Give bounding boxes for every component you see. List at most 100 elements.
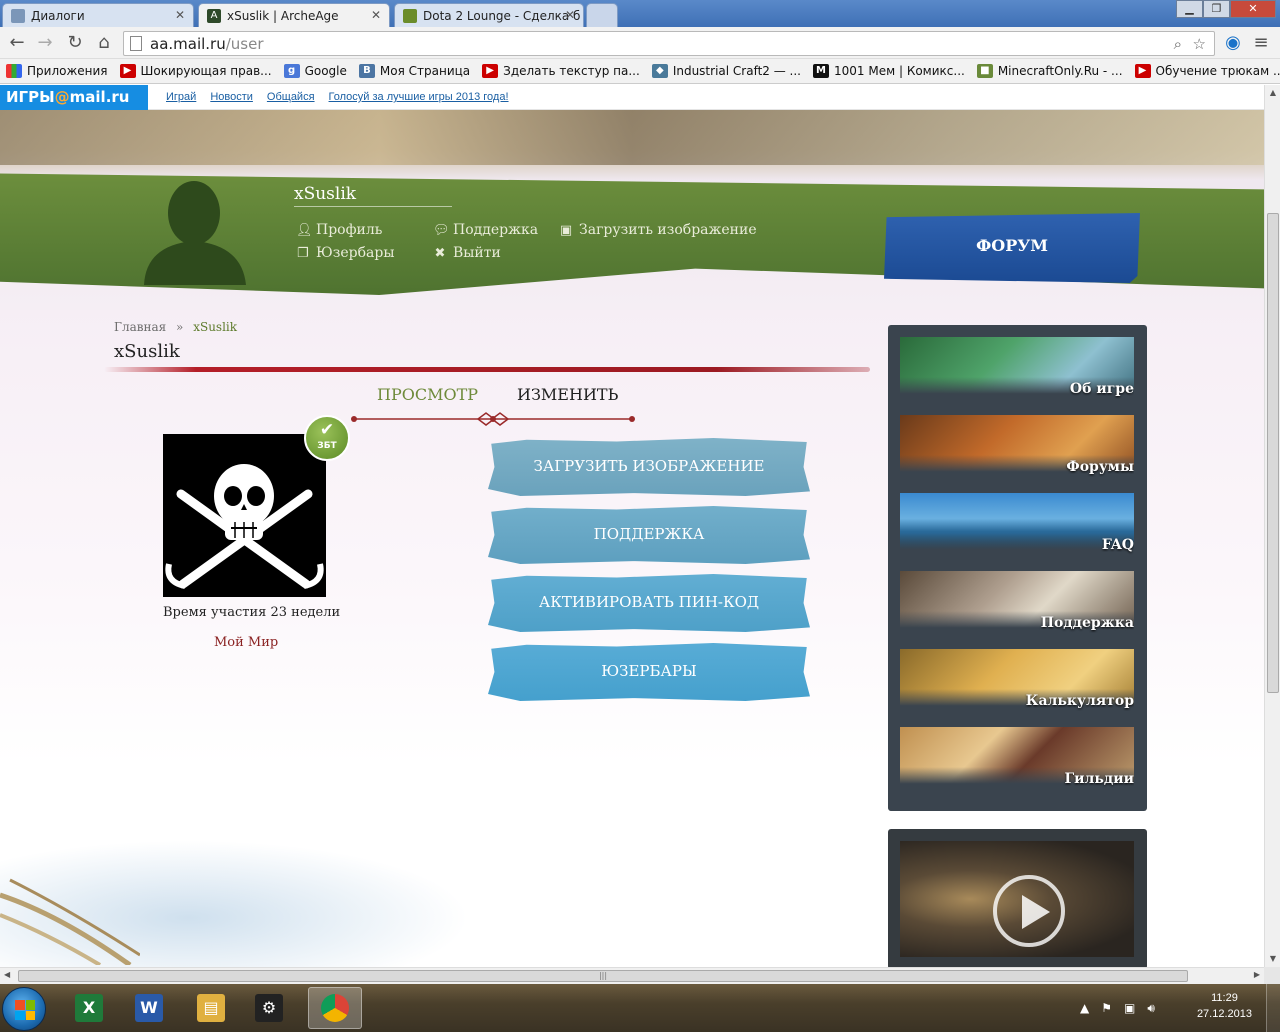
bookmark-item[interactable]: B Моя Страница xyxy=(358,64,470,78)
sidebar-item-forums[interactable]: Форумы xyxy=(900,415,1134,479)
breadcrumb-home[interactable]: Главная xyxy=(114,320,166,334)
forward-arrow-icon[interactable]: → xyxy=(34,32,56,54)
windows-taskbar: X W ▤ ⚙ ▲ ⚑ ▣ 🔊︎ 11:29 27.12.2013 xyxy=(0,984,1280,1032)
sidebar-item-label: FAQ xyxy=(1101,537,1134,553)
window-close-button[interactable]: ✕ xyxy=(1230,0,1276,18)
forum-button[interactable]: ФОРУМ xyxy=(884,213,1140,283)
mailru-games-logo[interactable]: ИГРЫ@mail.ru xyxy=(0,85,148,110)
tab-view[interactable]: ПРОСМОТР xyxy=(377,385,478,404)
banner-artwork xyxy=(0,110,1264,165)
bookmark-item[interactable]: M 1001 Мем | Комикс... xyxy=(813,64,965,78)
window-controls: ▁ ❐ ✕ xyxy=(1176,0,1276,18)
scroll-right-arrow-icon[interactable]: ▶ xyxy=(1254,970,1260,979)
network-icon[interactable]: ▣ xyxy=(1124,1001,1135,1015)
horizontal-scroll-thumb[interactable]: ||| xyxy=(18,970,1188,982)
link-news[interactable]: Новости xyxy=(210,91,253,103)
taskbar-excel[interactable]: X xyxy=(62,987,116,1029)
close-icon[interactable]: ✕ xyxy=(371,8,381,22)
person-icon: 👤︎ xyxy=(296,222,313,238)
star-icon[interactable]: ☆ xyxy=(1193,35,1206,53)
vk-dialogs-icon xyxy=(11,8,25,23)
bookmark-label: Приложения xyxy=(27,64,108,78)
bookmark-label: Зделать текстур па... xyxy=(503,64,640,78)
sidebar-item-about[interactable]: Об игре xyxy=(900,337,1134,401)
logo-at: @ xyxy=(54,88,70,106)
bookmarks-bar: Приложения ▶ Шокирующая прав... g Google B… xyxy=(0,59,1280,84)
support-link[interactable]: 💬︎ Поддержка xyxy=(433,222,538,238)
jolly-roger-image xyxy=(163,434,326,597)
archeage-icon: A xyxy=(207,8,221,23)
tab-archeage[interactable]: A xSuslik | ArcheAge ✕ xyxy=(198,3,390,27)
taskbar-explorer[interactable]: ▤ xyxy=(184,987,238,1029)
close-x-icon: ✖ xyxy=(434,245,446,261)
new-tab-button[interactable] xyxy=(586,3,618,27)
upload-link-label: Загрузить изображение xyxy=(579,222,757,238)
address-bar[interactable]: aa.mail.ru/user ⌕ ☆ xyxy=(123,31,1215,56)
close-icon[interactable]: ✕ xyxy=(175,8,185,22)
scrollbar-corner xyxy=(1264,967,1280,984)
support-button[interactable]: ПОДДЕРЖКА xyxy=(488,506,810,564)
title-divider xyxy=(104,367,870,372)
sidebar-item-label: Гильдии xyxy=(1064,771,1134,787)
vertical-scroll-thumb[interactable] xyxy=(1267,213,1279,693)
volume-icon[interactable]: 🔊︎ xyxy=(1147,1001,1155,1016)
tray-arrow-icon[interactable]: ▲ xyxy=(1080,1001,1089,1015)
header-username[interactable]: xSuslik xyxy=(294,184,452,207)
play-icon[interactable] xyxy=(993,875,1065,947)
activate-pin-button[interactable]: АКТИВИРОВАТЬ ПИН-КОД xyxy=(488,574,810,632)
bookmark-item[interactable]: ▶ Зделать текстур па... xyxy=(482,64,640,78)
tab-edit[interactable]: ИЗМЕНИТЬ xyxy=(517,385,618,404)
bookmark-apps[interactable]: Приложения xyxy=(6,64,108,78)
video-thumbnail[interactable] xyxy=(900,841,1134,957)
sidebar-item-support[interactable]: Поддержка xyxy=(900,571,1134,635)
maximize-button[interactable]: ❐ xyxy=(1203,0,1230,18)
breadcrumb-separator: » xyxy=(176,320,184,334)
home-icon[interactable]: ⌂ xyxy=(93,32,115,54)
my-world-link[interactable]: Мой Мир xyxy=(214,635,278,650)
reload-icon[interactable]: ↻ xyxy=(64,32,86,54)
bookmark-item[interactable]: ▶ Обучение трюкам ... xyxy=(1134,64,1280,78)
bookmark-item[interactable]: ▶ Шокирующая прав... xyxy=(119,64,272,78)
sidebar-item-faq[interactable]: FAQ xyxy=(900,493,1134,557)
scroll-down-arrow-icon[interactable]: ▼ xyxy=(1265,951,1280,967)
upload-image-link[interactable]: ▣ Загрузить изображение xyxy=(559,222,757,238)
scroll-up-arrow-icon[interactable]: ▲ xyxy=(1265,85,1280,101)
link-social[interactable]: Общайся xyxy=(267,91,315,103)
close-icon[interactable]: ✕ xyxy=(565,8,575,22)
bookmark-item[interactable]: g Google xyxy=(283,64,347,78)
bookmark-item[interactable]: ■ MinecraftOnly.Ru - ... xyxy=(976,64,1123,78)
upload-image-button[interactable]: ЗАГРУЗИТЬ ИЗОБРАЖЕНИЕ xyxy=(488,438,810,496)
link-vote[interactable]: Голосуй за лучшие игры 2013 года! xyxy=(329,91,509,103)
tab-dialogs[interactable]: Диалоги ✕ xyxy=(2,3,194,27)
sidebar-item-guilds[interactable]: Гильдии xyxy=(900,727,1134,791)
show-desktop-button[interactable] xyxy=(1266,984,1280,1032)
minimize-button[interactable]: ▁ xyxy=(1176,0,1203,18)
horizontal-scrollbar[interactable]: ◀ ||| ▶ xyxy=(0,967,1264,984)
vertical-scrollbar[interactable]: ▲ ▼ xyxy=(1264,85,1280,967)
userbars-link[interactable]: ❐ Юзербары xyxy=(296,245,394,261)
flag-icon[interactable]: ⚑ xyxy=(1101,1001,1112,1015)
taskbar-clock[interactable]: 11:29 27.12.2013 xyxy=(1197,990,1252,1022)
link-play[interactable]: Играй xyxy=(166,91,196,103)
extension-icon[interactable]: ◉ xyxy=(1222,32,1244,54)
start-button[interactable] xyxy=(2,987,46,1031)
userbars-button[interactable]: ЮЗЕРБАРЫ xyxy=(488,643,810,701)
profile-link[interactable]: 👤︎ Профиль xyxy=(296,222,382,238)
tab-dota2lounge[interactable]: Dota 2 Lounge - Сделка б ✕ xyxy=(394,3,584,27)
taskbar-steam[interactable]: ⚙ xyxy=(242,987,296,1029)
clock-date: 27.12.2013 xyxy=(1196,1008,1252,1020)
bookmark-item[interactable]: ◆ Industrial Craft2 — ... xyxy=(651,64,801,78)
video-widget xyxy=(888,829,1147,967)
user-avatar-jolly-roger[interactable] xyxy=(163,434,326,597)
feather-decoration xyxy=(0,878,140,965)
menu-icon[interactable]: ≡ xyxy=(1250,32,1272,54)
logout-link[interactable]: ✖ Выйти xyxy=(433,245,501,261)
address-path: /user xyxy=(225,35,264,53)
back-arrow-icon[interactable]: ← xyxy=(6,32,28,54)
taskbar-word[interactable]: W xyxy=(122,987,176,1029)
scroll-left-arrow-icon[interactable]: ◀ xyxy=(4,970,10,979)
taskbar-chrome[interactable] xyxy=(308,987,362,1029)
minecraft-icon: ■ xyxy=(976,64,993,78)
sidebar-item-calculator[interactable]: Калькулятор xyxy=(900,649,1134,713)
search-icon[interactable]: ⌕ xyxy=(1174,35,1182,53)
